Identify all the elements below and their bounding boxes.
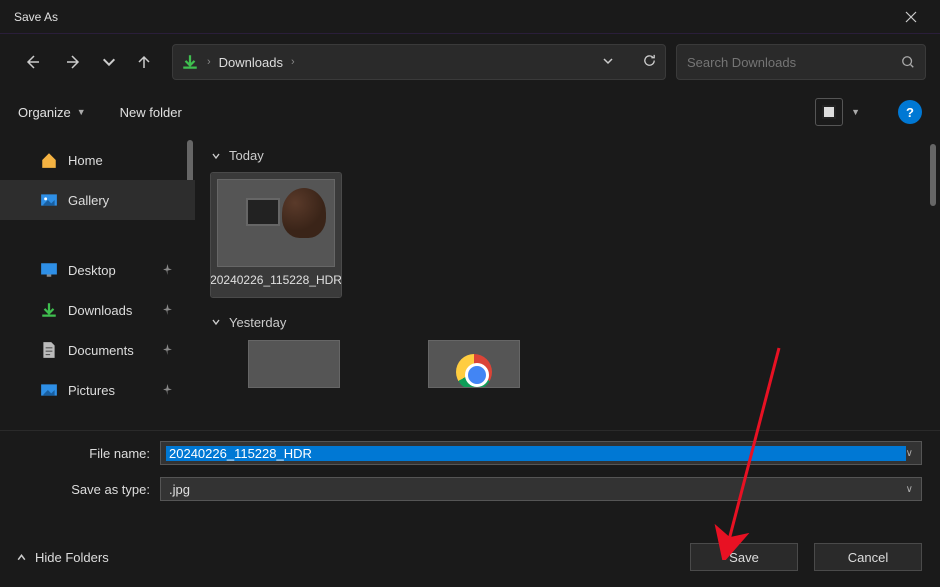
refresh-button[interactable] [642, 53, 657, 71]
sidebar: Home Gallery Desktop Downloads [0, 134, 195, 430]
view-icon [822, 105, 836, 119]
downloads-icon [40, 301, 58, 319]
breadcrumb-separator: › [207, 56, 211, 68]
refresh-icon [642, 53, 657, 68]
chevron-down-icon[interactable]: ∨ [906, 484, 913, 495]
chevron-down-icon[interactable]: ∨ [906, 448, 913, 459]
file-thumbnail[interactable]: 20240226_115228_HDR [211, 173, 341, 297]
breadcrumb-current[interactable]: Downloads [219, 55, 283, 70]
help-button[interactable]: ? [898, 100, 922, 124]
pin-icon [162, 263, 173, 278]
view-mode-button[interactable] [815, 98, 843, 126]
savetype-value: .jpg [169, 482, 906, 497]
organize-label: Organize [18, 105, 71, 120]
organize-menu[interactable]: Organize ▼ [18, 105, 86, 120]
gallery-icon [40, 191, 58, 209]
filename-input[interactable]: 20240226_115228_HDR ∨ [160, 441, 922, 465]
sidebar-item-label: Desktop [68, 263, 116, 278]
recent-dropdown[interactable] [98, 44, 120, 80]
sidebar-item-label: Home [68, 153, 103, 168]
breadcrumb-separator: › [291, 56, 295, 68]
pin-icon [162, 303, 173, 318]
sidebar-item-gallery[interactable]: Gallery [0, 180, 195, 220]
pictures-icon [40, 381, 58, 399]
home-icon [40, 151, 58, 169]
sidebar-item-label: Downloads [68, 303, 132, 318]
address-dropdown[interactable] [602, 55, 614, 70]
chevron-down-icon: ▼ [77, 107, 86, 117]
view-dropdown[interactable]: ▼ [851, 107, 860, 117]
titlebar: Save As [0, 0, 940, 34]
chrome-icon [456, 354, 492, 387]
toolbar: Organize ▼ New folder ▼ ? [0, 90, 940, 134]
pin-icon [162, 343, 173, 358]
thumbnail-caption: 20240226_115228_HDR [210, 273, 342, 289]
sidebar-item-documents[interactable]: Documents [0, 330, 195, 370]
new-folder-button[interactable]: New folder [120, 105, 182, 120]
forward-button[interactable] [56, 44, 92, 80]
arrow-right-icon [66, 54, 82, 70]
pin-icon [162, 383, 173, 398]
chevron-down-icon [602, 55, 614, 67]
bottom-bar: Hide Folders Save Cancel [0, 527, 940, 587]
chevron-down-icon [211, 317, 221, 327]
chevron-down-icon [211, 151, 221, 161]
sidebar-item-desktop[interactable]: Desktop [0, 250, 195, 290]
split-area: Home Gallery Desktop Downloads [0, 134, 940, 430]
savetype-select[interactable]: .jpg ∨ [160, 477, 922, 501]
sidebar-item-downloads[interactable]: Downloads [0, 290, 195, 330]
file-thumbnail[interactable] [229, 340, 359, 388]
back-button[interactable] [14, 44, 50, 80]
save-button[interactable]: Save [690, 543, 798, 571]
thumbnail-image [217, 179, 335, 267]
arrow-left-icon [24, 54, 40, 70]
file-thumbnail[interactable] [409, 340, 539, 388]
close-button[interactable] [888, 2, 934, 32]
desktop-icon [40, 261, 58, 279]
sidebar-item-label: Gallery [68, 193, 109, 208]
filename-value: 20240226_115228_HDR [166, 446, 906, 461]
filename-label: File name: [18, 446, 160, 461]
search-box[interactable] [676, 44, 926, 80]
sidebar-item-pictures[interactable]: Pictures [0, 370, 195, 410]
content-scrollbar[interactable] [930, 144, 936, 206]
arrow-up-icon [136, 54, 152, 70]
nav-row: › Downloads › [0, 34, 940, 90]
group-yesterday[interactable]: Yesterday [211, 315, 924, 330]
downloads-icon [181, 53, 199, 71]
search-icon [901, 55, 915, 69]
window-title: Save As [14, 10, 58, 24]
cancel-button[interactable]: Cancel [814, 543, 922, 571]
up-button[interactable] [126, 44, 162, 80]
sidebar-item-label: Documents [68, 343, 134, 358]
savetype-label: Save as type: [18, 482, 160, 497]
form-area: File name: 20240226_115228_HDR ∨ Save as… [0, 430, 940, 515]
close-icon [905, 11, 917, 23]
sidebar-item-home[interactable]: Home [0, 140, 195, 180]
file-pane: Today 20240226_115228_HDR Yesterday [195, 134, 940, 430]
thumbnail-image [248, 340, 340, 388]
hide-folders-button[interactable]: Hide Folders [16, 550, 109, 565]
address-bar[interactable]: › Downloads › [172, 44, 666, 80]
chevron-down-icon [101, 54, 117, 70]
sidebar-item-label: Pictures [68, 383, 115, 398]
documents-icon [40, 341, 58, 359]
thumbnail-image [428, 340, 520, 388]
chevron-up-icon [16, 552, 27, 563]
search-input[interactable] [687, 55, 893, 70]
group-today[interactable]: Today [211, 148, 924, 163]
